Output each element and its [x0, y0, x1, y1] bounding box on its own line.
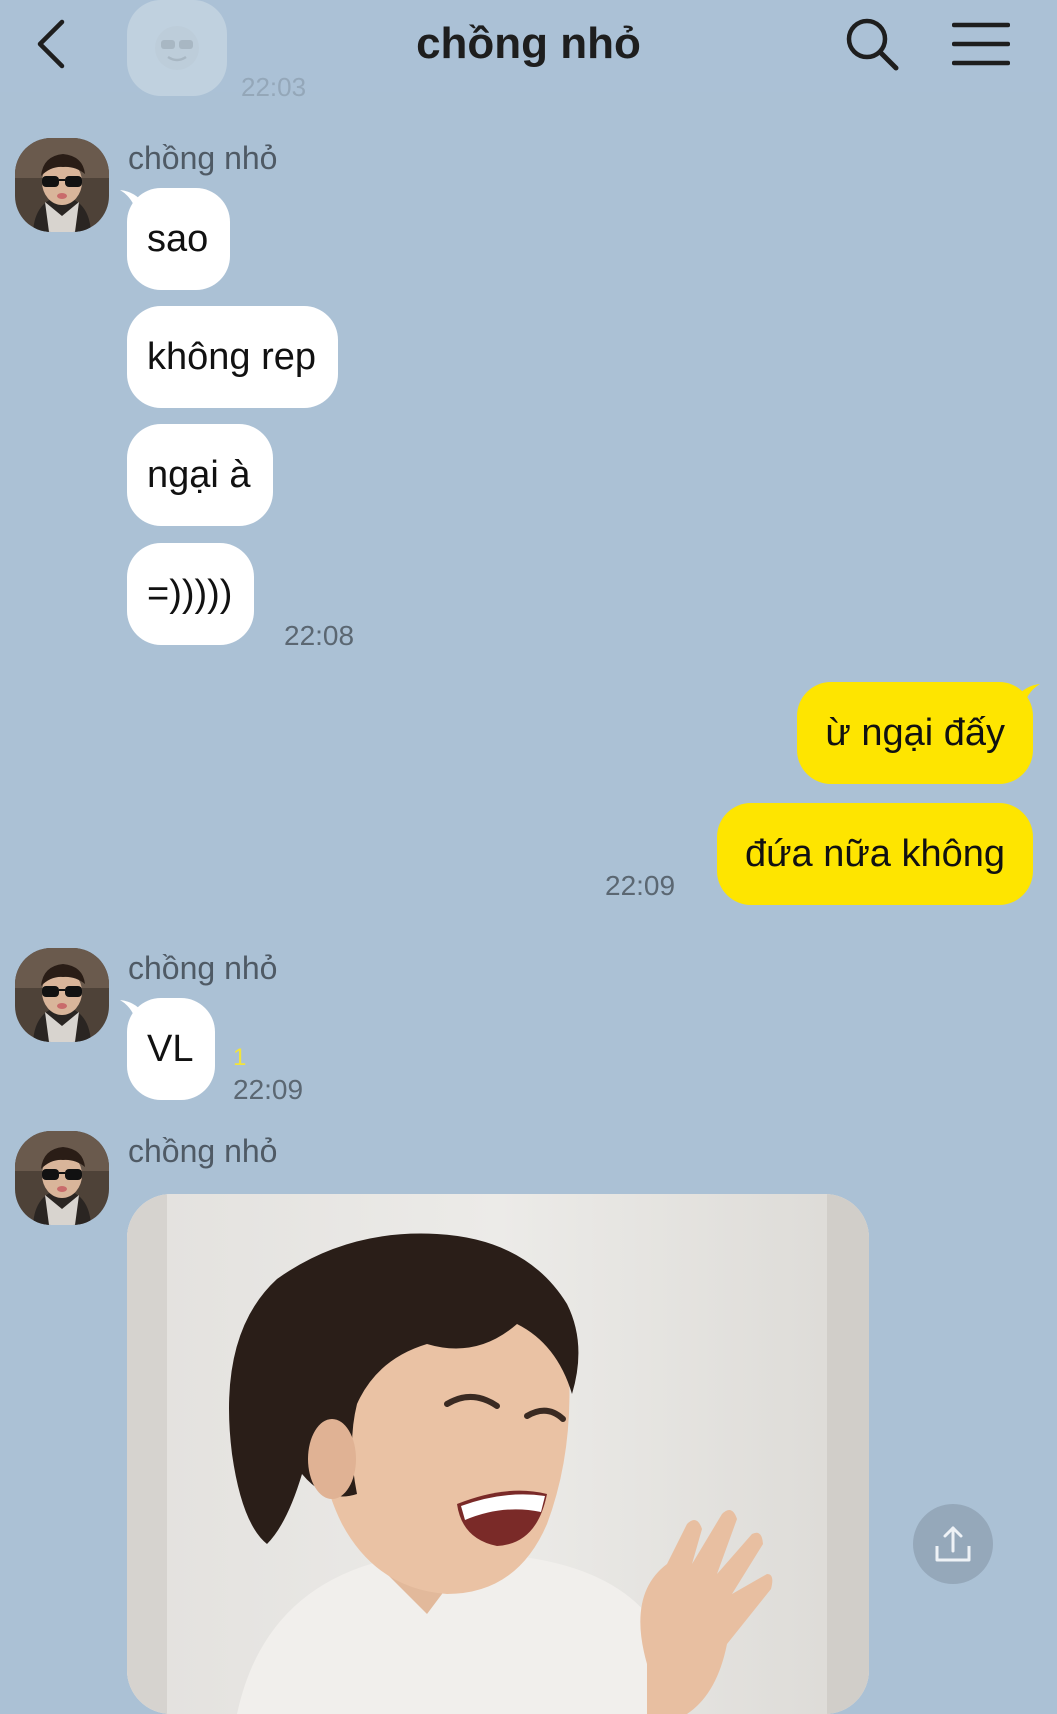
- message-bubble[interactable]: VL: [127, 998, 216, 1100]
- sender-name: chồng nhỏ: [128, 140, 278, 176]
- message-time: 22:08: [284, 620, 355, 651]
- message-time: 22:09: [233, 1074, 304, 1105]
- unread-count: 1: [233, 1044, 247, 1071]
- avatar[interactable]: [15, 1131, 109, 1225]
- message-bubble[interactable]: không rep: [127, 306, 339, 408]
- search-button[interactable]: [842, 14, 902, 74]
- message-bubble[interactable]: đứa nữa không: [716, 803, 1033, 905]
- share-upload-icon: [935, 1526, 971, 1562]
- profile-photo: [15, 138, 109, 232]
- profile-photo: [15, 948, 109, 1042]
- message-time: 22:03: [241, 72, 307, 102]
- message-bubble[interactable]: =))))): [127, 543, 255, 645]
- sunglasses-emoji-icon: [155, 26, 199, 70]
- avatar[interactable]: [15, 138, 109, 232]
- message-bubble[interactable]: ừ ngại đấy: [797, 682, 1033, 784]
- hamburger-menu-icon: [952, 22, 1010, 66]
- profile-photo: [15, 1131, 109, 1225]
- sender-name: chồng nhỏ: [128, 1133, 278, 1169]
- message-bubble[interactable]: ngại à: [127, 424, 273, 526]
- share-button[interactable]: [913, 1504, 993, 1584]
- search-icon: [846, 18, 899, 71]
- laughing-man-photo: [127, 1194, 869, 1714]
- chevron-left-icon: [37, 19, 65, 69]
- sender-name: chồng nhỏ: [128, 950, 278, 986]
- message-time: 22:09: [605, 870, 676, 901]
- faded-avatar: [127, 0, 227, 96]
- photo-message[interactable]: [127, 1194, 869, 1714]
- menu-button[interactable]: [948, 14, 1014, 74]
- avatar[interactable]: [15, 948, 109, 1042]
- message-bubble[interactable]: sao: [127, 188, 231, 290]
- back-button[interactable]: [22, 14, 82, 74]
